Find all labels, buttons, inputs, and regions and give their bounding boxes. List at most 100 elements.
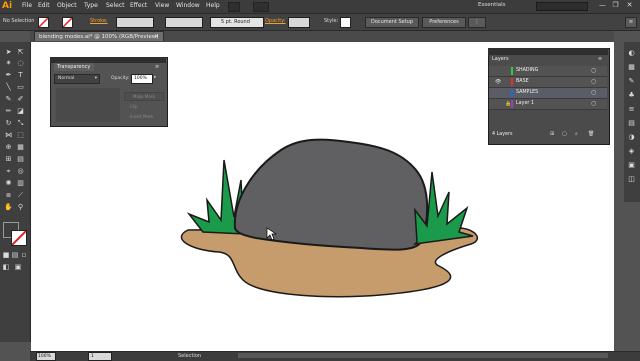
target-icon[interactable]: ○ [591,67,596,74]
eraser-tool-icon[interactable]: ◪ [15,106,26,116]
layer-row[interactable]: SHADING [489,66,607,77]
layers-panel-icon[interactable]: ◫ [626,174,637,184]
target-icon[interactable]: ○ [591,89,596,96]
invert-mask-checkbox[interactable]: Invert Mask [130,114,153,119]
target-icon[interactable]: ○ [591,100,596,107]
new-sublayer-icon[interactable]: ⊞ [550,131,554,137]
layer-row[interactable]: 👁 BASE [489,77,607,88]
layers-panel-header[interactable] [488,48,608,55]
artboard-tool-icon[interactable]: ⧈ [3,190,14,200]
rectangle-tool-icon[interactable]: ▭ [15,82,26,92]
target-icon[interactable]: ○ [591,78,596,85]
menu-effect[interactable]: Effect [130,2,147,10]
transparency-tab[interactable]: Transparency [54,63,94,71]
gradient-panel-icon[interactable]: ▤ [626,118,637,128]
opacity-input[interactable] [288,17,310,28]
selection-tool-icon[interactable]: ➤ [3,47,14,57]
stroke-color-icon[interactable] [11,230,27,246]
pencil-tool-icon[interactable]: ✐ [15,94,26,104]
direct-selection-tool-icon[interactable]: ⇱ [15,47,26,57]
stroke-label[interactable]: Stroke: [90,18,108,25]
symbols-panel-icon[interactable]: ♣ [626,90,637,100]
opacity-field[interactable]: 100% [131,74,153,84]
rotate-tool-icon[interactable]: ↻ [3,118,14,128]
eye-icon[interactable]: 👁 [495,78,501,86]
perspective-grid-tool-icon[interactable]: ▦ [15,142,26,152]
none-mode-icon[interactable]: ▫ [20,250,28,260]
panel-menu-icon[interactable]: ≡ [598,56,602,62]
restore-icon[interactable]: ❐ [611,1,620,10]
type-tool-icon[interactable]: T [15,70,26,80]
panel-menu-icon[interactable]: ≡ [625,17,637,28]
make-mask-button[interactable]: Make Mask [124,92,164,101]
opacity-label[interactable]: Opacity: [265,18,286,25]
stroke-swatch[interactable] [62,17,73,28]
menu-object[interactable]: Object [57,2,77,10]
menu-window[interactable]: Window [176,2,200,10]
bridge-button[interactable] [228,2,240,12]
menu-type[interactable]: Type [84,2,98,10]
panel-menu-icon[interactable]: ≡ [155,64,163,70]
gradient-mode-icon[interactable]: ▤ [11,250,19,260]
free-transform-tool-icon[interactable]: ⬚ [15,130,26,140]
shape-builder-tool-icon[interactable]: ⊕ [3,142,14,152]
horizontal-scrollbar[interactable] [238,353,608,358]
delete-layer-icon[interactable]: 🗑 [588,131,594,137]
magic-wand-icon[interactable]: ✶ [3,58,14,68]
stroke-weight-dropdown[interactable] [116,17,154,28]
symbol-sprayer-tool-icon[interactable]: ✺ [3,178,14,188]
brush-definition-dropdown[interactable]: 5 pt. Round [210,17,264,28]
paintbrush-tool-icon[interactable]: ✎ [3,94,14,104]
zoom-tool-icon[interactable]: ⚲ [15,202,26,212]
brushes-panel-icon[interactable]: ✎ [626,76,637,86]
layers-tab[interactable]: Layers [492,56,509,62]
fill-swatch[interactable] [38,17,49,28]
lasso-tool-icon[interactable]: ◌ [15,58,26,68]
eyedropper-tool-icon[interactable]: ⌖ [3,166,14,176]
graphic-styles-panel-icon[interactable]: ▣ [626,160,637,170]
stroke-panel-icon[interactable]: ≡ [626,104,637,114]
blend-mode-dropdown[interactable]: Normal ▾ [54,74,100,84]
appearance-panel-icon[interactable]: ◈ [626,146,637,156]
menu-file[interactable]: File [22,2,32,10]
swatches-panel-icon[interactable]: ▦ [626,62,637,72]
close-icon[interactable]: ✕ [625,1,634,10]
locate-object-icon[interactable]: ⌕ [575,131,578,137]
arrange-documents-button[interactable] [253,2,269,12]
variable-width-dropdown[interactable] [165,17,203,28]
column-graph-tool-icon[interactable]: ▥ [15,178,26,188]
arrange-icon[interactable]: ⋮ [468,17,486,28]
help-search-input[interactable] [536,2,588,11]
layer-row[interactable]: SAMPLES [489,88,607,99]
menu-select[interactable]: Select [106,2,125,10]
style-swatch[interactable] [340,17,351,28]
pen-tool-icon[interactable]: ✒ [3,70,14,80]
document-setup-button[interactable]: Document Setup [365,17,419,28]
preferences-button[interactable]: Preferences [422,17,466,28]
color-mode-icon[interactable]: ■ [2,250,10,260]
draw-normal-icon[interactable]: ◧ [2,262,10,272]
transparency-panel-icon[interactable]: ◑ [626,132,637,142]
workspace-switcher[interactable]: Essentials [478,2,506,8]
blend-tool-icon[interactable]: ◎ [15,166,26,176]
scale-tool-icon[interactable]: ⤡ [15,118,26,128]
menu-edit[interactable]: Edit [38,2,50,10]
minimize-icon[interactable]: — [598,1,607,10]
color-panel-icon[interactable]: ◐ [626,48,637,58]
clip-checkbox[interactable]: Clip [130,104,138,109]
hand-tool-icon[interactable]: ✋ [3,202,14,212]
menu-view[interactable]: View [155,2,169,10]
width-tool-icon[interactable]: ⋈ [3,130,14,140]
menu-help[interactable]: Help [206,2,220,10]
line-tool-icon[interactable]: ╲ [3,82,14,92]
document-tab[interactable]: blending modes.ai* @ 100% (RGB/Preview) … [34,31,164,41]
gradient-tool-icon[interactable]: ▤ [15,154,26,164]
screen-mode-icon[interactable]: ▣ [14,262,22,272]
slice-tool-icon[interactable]: ⟋ [15,190,26,200]
blob-brush-tool-icon[interactable]: ✏ [3,106,14,116]
opacity-stepper-icon[interactable]: ▸ [154,75,156,80]
layer-row[interactable]: 🔒 Layer 1 [489,99,607,110]
document-close-icon[interactable]: ✕ [154,32,159,42]
new-layer-icon[interactable]: ▢ [562,131,567,137]
mesh-tool-icon[interactable]: ⊞ [3,154,14,164]
